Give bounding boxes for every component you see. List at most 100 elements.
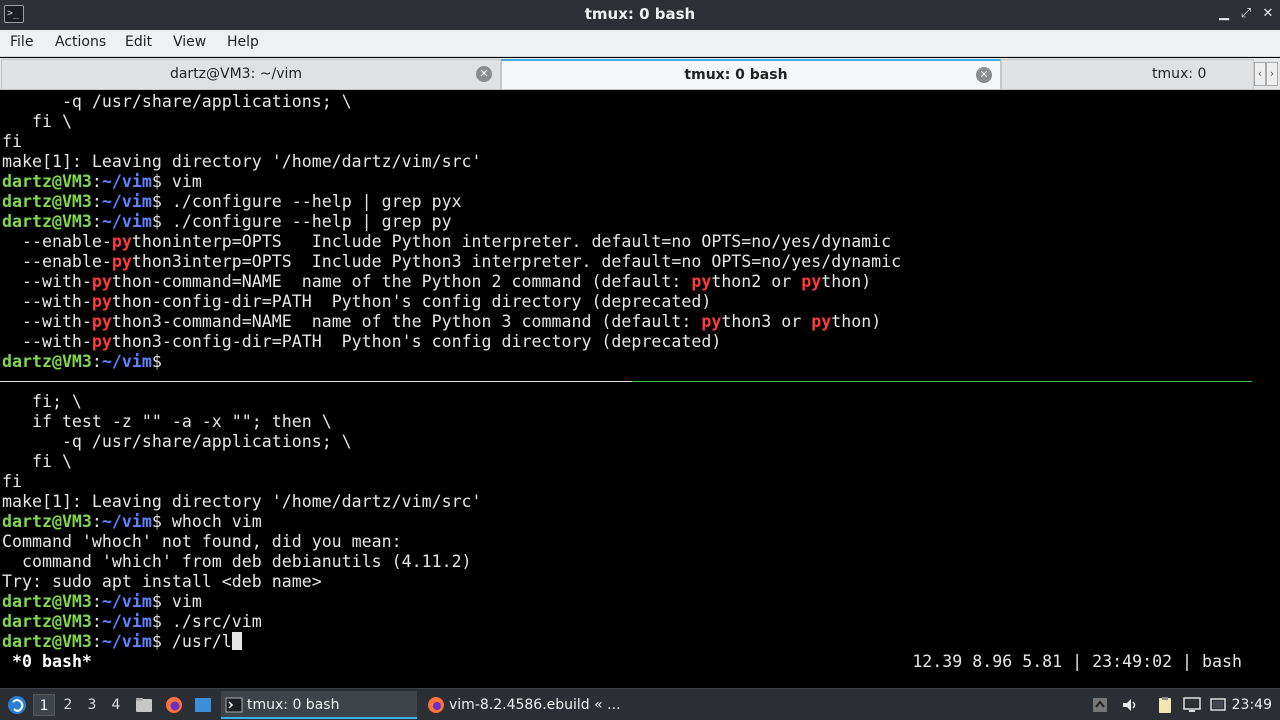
terminal-line: fi: [2, 132, 22, 151]
menu-help[interactable]: Help: [227, 34, 259, 50]
screen-icon[interactable]: [1182, 695, 1202, 715]
workspace-3[interactable]: 3: [81, 694, 103, 716]
output-text: thon2 or: [711, 272, 802, 291]
pane-border-active: [632, 381, 1252, 382]
tab-tmux[interactable]: tmux: 0 bash ✕: [501, 59, 1001, 89]
terminal-line: dartz@VM3:~/vim$ ./src/vim: [2, 612, 262, 632]
restore-icon[interactable]: ⤢: [1236, 4, 1256, 24]
output-text: --with-: [2, 292, 92, 311]
prompt-dollar: $: [151, 592, 172, 611]
output-text: --with-: [2, 332, 92, 351]
minimize-icon[interactable]: ▁: [1214, 4, 1234, 24]
workspace-2[interactable]: 2: [57, 694, 79, 716]
grep-match: py: [801, 272, 822, 291]
terminal-line: --enable-python3interp=OPTS Include Pyth…: [2, 252, 901, 272]
command-text: whoch vim: [171, 512, 262, 531]
close-tab-icon[interactable]: ✕: [476, 66, 492, 82]
terminal-line: Try: sudo apt install <deb name>: [2, 572, 322, 591]
terminal-line: if test -z "" -a -x ""; then \: [2, 412, 332, 431]
close-window-icon[interactable]: ✕: [1258, 4, 1278, 24]
prompt-user: dartz@VM3: [2, 592, 92, 611]
task-tmux[interactable]: tmux: 0 bash: [221, 691, 417, 719]
firefox-icon: [428, 697, 444, 713]
tab-tmux-2[interactable]: tmux: 0: [1001, 59, 1254, 89]
command-text: vim: [171, 172, 202, 191]
menu-actions[interactable]: Actions: [55, 34, 106, 50]
output-text: thon-command=NAME name of the Python 2 c…: [111, 272, 692, 291]
output-text: thoninterp=OPTS Include Python interpret…: [131, 232, 892, 251]
menu-file[interactable]: File: [10, 34, 33, 50]
clipboard-icon[interactable]: [1155, 695, 1175, 715]
terminal-line: dartz@VM3:~/vim$ ./configure --help | gr…: [2, 212, 452, 232]
terminal-line: dartz@VM3:~/vim$ vim: [2, 592, 202, 612]
tmux-status-info: 12.39 8.96 5.81 | 23:49:02 | bash: [912, 652, 1242, 671]
terminal-line: --with-python3-config-dir=PATH Python's …: [2, 332, 721, 352]
network-icon[interactable]: [1208, 695, 1228, 715]
terminal-icon: [225, 697, 243, 713]
prompt-separator: :: [91, 612, 102, 631]
output-text: thon3 or: [721, 312, 812, 331]
tab-scroll-right-icon[interactable]: ›: [1266, 62, 1278, 86]
prompt-separator: :: [91, 592, 102, 611]
tray-expand-icon[interactable]: [1090, 695, 1110, 715]
grep-match: py: [811, 312, 832, 331]
prompt-separator: :: [91, 212, 102, 231]
output-text: --enable-: [2, 232, 112, 251]
output-text: --with-: [2, 312, 92, 331]
close-tab-icon[interactable]: ✕: [976, 67, 992, 83]
prompt-path: ~/vim: [101, 612, 152, 631]
prompt-user: dartz@VM3: [2, 612, 92, 631]
prompt-dollar: $: [151, 192, 172, 211]
terminal-line: dartz@VM3:~/vim$ ./configure --help | gr…: [2, 192, 462, 212]
output-text: thon): [821, 272, 872, 291]
text-cursor: [231, 632, 242, 650]
terminal-line: -q /usr/share/applications; \: [2, 92, 352, 111]
taskbar-clock[interactable]: 23:49: [1232, 693, 1272, 717]
terminal-line: make[1]: Leaving directory '/home/dartz/…: [2, 492, 482, 511]
window-titlebar: >_ tmux: 0 bash ▁ ⤢ ✕: [0, 0, 1280, 30]
prompt-dollar: $: [151, 612, 172, 631]
terminal-line: --with-python-command=NAME name of the P…: [2, 272, 871, 292]
workspace-4[interactable]: 4: [105, 694, 127, 716]
prompt-separator: :: [91, 512, 102, 531]
prompt-path: ~/vim: [101, 512, 152, 531]
prompt-user: dartz@VM3: [2, 512, 92, 531]
start-menu-icon[interactable]: [6, 694, 28, 716]
terminal-line: fi \: [2, 112, 72, 131]
grep-match: py: [91, 332, 112, 351]
window-title: tmux: 0 bash: [584, 5, 696, 23]
terminal-line: dartz@VM3:~/vim$ whoch vim: [2, 512, 262, 532]
prompt-user: dartz@VM3: [2, 212, 92, 231]
terminal-line: Command 'whoch' not found, did you mean:: [2, 532, 402, 551]
prompt-dollar: $: [151, 632, 172, 651]
output-text: --enable-: [2, 252, 112, 271]
terminal-line: --with-python3-command=NAME name of the …: [2, 312, 881, 332]
menu-edit[interactable]: Edit: [125, 34, 152, 50]
output-text: thon): [831, 312, 882, 331]
prompt-separator: :: [91, 352, 102, 371]
volume-icon[interactable]: [1120, 695, 1140, 715]
prompt-path: ~/vim: [101, 172, 152, 191]
show-desktop-icon[interactable]: [193, 695, 213, 715]
terminal-area[interactable]: -q /usr/share/applications; \ fi \ fi make…: [0, 91, 1280, 688]
command-text: ./configure --help | grep pyx: [171, 192, 462, 211]
terminal-line: command 'which' from deb debianutils (4.…: [2, 552, 472, 571]
firefox-icon[interactable]: [164, 695, 184, 715]
prompt-path: ~/vim: [101, 592, 152, 611]
tab-vim[interactable]: dartz@VM3: ~/vim ✕: [1, 59, 501, 89]
command-text: ./configure --help | grep py: [171, 212, 452, 231]
tab-label: dartz@VM3: ~/vim: [169, 66, 303, 82]
tab-bar: dartz@VM3: ~/vim ✕ tmux: 0 bash ✕ tmux: …: [0, 58, 1280, 90]
prompt-dollar: $: [151, 352, 172, 371]
tab-scroll-left-icon[interactable]: ‹: [1254, 62, 1266, 86]
file-manager-icon[interactable]: [134, 695, 154, 715]
workspace-1[interactable]: 1: [33, 694, 55, 716]
command-text: /usr/l: [171, 632, 232, 651]
task-firefox[interactable]: vim-8.2.4586.ebuild « ...: [423, 691, 623, 719]
terminal-line: -q /usr/share/applications; \: [2, 432, 352, 451]
command-text: ./src/vim: [171, 612, 262, 631]
terminal-line: dartz@VM3:~/vim$: [2, 352, 172, 372]
prompt-user: dartz@VM3: [2, 172, 92, 191]
tmux-status-window: *0 bash*: [12, 652, 92, 671]
menu-view[interactable]: View: [173, 34, 206, 50]
